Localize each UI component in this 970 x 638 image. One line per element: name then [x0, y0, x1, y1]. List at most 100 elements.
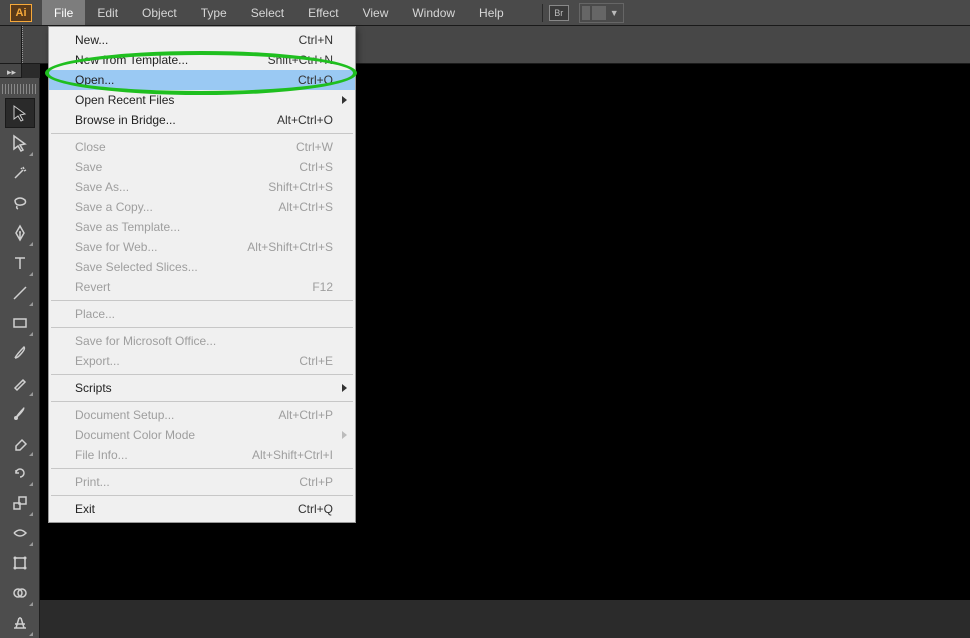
menu-item-shortcut: Alt+Shift+Ctrl+I: [252, 448, 333, 462]
direct-selection-tool[interactable]: [5, 128, 35, 158]
menu-item-new[interactable]: New... Ctrl+N: [49, 30, 355, 50]
menu-separator: [51, 401, 353, 402]
flyout-indicator-icon: [29, 482, 33, 486]
menu-item-shortcut: Alt+Ctrl+O: [277, 113, 333, 127]
menu-edit[interactable]: Edit: [85, 0, 130, 25]
scale-tool[interactable]: [5, 488, 35, 518]
paintbrush-tool[interactable]: [5, 338, 35, 368]
menu-item-print: Print...Ctrl+P: [49, 472, 355, 492]
pen-tool[interactable]: [5, 218, 35, 248]
menu-item-label: Close: [75, 140, 106, 154]
menu-effect[interactable]: Effect: [296, 0, 350, 25]
menu-item-save-for-microsoft-office: Save for Microsoft Office...: [49, 331, 355, 351]
menu-item-label: Document Setup...: [75, 408, 174, 422]
menu-item-shortcut: F12: [312, 280, 333, 294]
menu-view[interactable]: View: [351, 0, 401, 25]
menu-type[interactable]: Type: [189, 0, 239, 25]
menu-item-label: File Info...: [75, 448, 128, 462]
magic-wand-tool[interactable]: [5, 158, 35, 188]
perspective-grid-tool[interactable]: [5, 608, 35, 638]
flyout-indicator-icon: [29, 392, 33, 396]
menu-item-document-setup: Document Setup... Alt+Ctrl+P: [49, 405, 355, 425]
menu-help[interactable]: Help: [467, 0, 516, 25]
toolbox: [0, 78, 40, 638]
menu-item-shortcut: Ctrl+E: [299, 354, 333, 368]
menu-item-place: Place...: [49, 304, 355, 324]
menu-separator: [51, 468, 353, 469]
menu-item-label: Document Color Mode: [75, 428, 195, 442]
menu-window[interactable]: Window: [400, 0, 467, 25]
menu-item-shortcut: Shift+Ctrl+N: [268, 53, 333, 67]
lasso-tool[interactable]: [5, 188, 35, 218]
app-logo: Ai: [8, 3, 34, 23]
menu-object[interactable]: Object: [130, 0, 189, 25]
flyout-indicator-icon: [29, 512, 33, 516]
menu-item-label: New from Template...: [75, 53, 188, 67]
menu-item-shortcut: Alt+Ctrl+S: [278, 200, 333, 214]
menu-item-shortcut: Alt+Shift+Ctrl+S: [247, 240, 333, 254]
menu-item-label: Print...: [75, 475, 110, 489]
menu-file[interactable]: File: [42, 0, 85, 25]
menu-item-label: Open...: [75, 73, 114, 87]
pencil-tool[interactable]: [5, 368, 35, 398]
menubar-divider: [542, 4, 543, 22]
menu-item-shortcut: Ctrl+S: [299, 160, 333, 174]
menu-item-close: Close Ctrl+W: [49, 137, 355, 157]
menu-item-label: Revert: [75, 280, 110, 294]
flyout-indicator-icon: [29, 452, 33, 456]
menu-item-shortcut: Ctrl+W: [296, 140, 333, 154]
menu-item-save-for-web: Save for Web... Alt+Shift+Ctrl+S: [49, 237, 355, 257]
menu-separator: [51, 327, 353, 328]
eraser-tool[interactable]: [5, 428, 35, 458]
menu-item-label: Save: [75, 160, 102, 174]
menu-item-shortcut: Alt+Ctrl+P: [278, 408, 333, 422]
menu-item-scripts[interactable]: Scripts: [49, 378, 355, 398]
menu-item-export: Export... Ctrl+E: [49, 351, 355, 371]
bridge-logo-icon[interactable]: Br: [549, 5, 569, 21]
toolbox-handle[interactable]: [2, 84, 37, 94]
menu-item-open[interactable]: Open...Ctrl+O: [49, 70, 355, 90]
menu-item-label: Export...: [75, 354, 120, 368]
menu-separator: [51, 495, 353, 496]
panel-collapse-handle[interactable]: ▸▸: [0, 64, 22, 78]
chevron-right-icon: [342, 384, 347, 392]
menu-item-label: Place...: [75, 307, 115, 321]
free-transform-tool[interactable]: [5, 548, 35, 578]
blob-brush-tool[interactable]: [5, 398, 35, 428]
menu-item-new-from-template[interactable]: New from Template... Shift+Ctrl+N: [49, 50, 355, 70]
flyout-indicator-icon: [29, 152, 33, 156]
menu-item-open-recent-files[interactable]: Open Recent Files: [49, 90, 355, 110]
type-tool[interactable]: [5, 248, 35, 278]
chevron-right-icon: [342, 96, 347, 104]
menu-item-label: Save as Template...: [75, 220, 180, 234]
rectangle-tool[interactable]: [5, 308, 35, 338]
menu-item-save: Save Ctrl+S: [49, 157, 355, 177]
menu-item-label: Save for Web...: [75, 240, 157, 254]
selection-tool[interactable]: [5, 98, 35, 128]
flyout-indicator-icon: [29, 302, 33, 306]
line-segment-tool[interactable]: [5, 278, 35, 308]
rotate-tool[interactable]: [5, 458, 35, 488]
menu-item-save-a-copy: Save a Copy...Alt+Ctrl+S: [49, 197, 355, 217]
options-bar-handle[interactable]: [22, 26, 30, 63]
menu-item-save-as: Save As... Shift+Ctrl+S: [49, 177, 355, 197]
menu-item-shortcut: Ctrl+Q: [298, 502, 333, 516]
menu-item-shortcut: Shift+Ctrl+S: [268, 180, 333, 194]
menu-item-browse-in-bridge[interactable]: Browse in Bridge...Alt+Ctrl+O: [49, 110, 355, 130]
menu-select[interactable]: Select: [239, 0, 296, 25]
width-tool[interactable]: [5, 518, 35, 548]
menu-item-revert: Revert F12: [49, 277, 355, 297]
menu-separator: [51, 374, 353, 375]
menu-item-exit[interactable]: ExitCtrl+Q: [49, 499, 355, 519]
shape-builder-tool[interactable]: [5, 578, 35, 608]
menubar: Ai FileEditObjectTypeSelectEffectViewWin…: [0, 0, 970, 26]
workspace-layout-switcher[interactable]: ▼: [579, 3, 624, 23]
menu-item-save-selected-slices: Save Selected Slices...: [49, 257, 355, 277]
flyout-indicator-icon: [29, 542, 33, 546]
menu-item-shortcut: Ctrl+N: [299, 33, 333, 47]
menu-item-document-color-mode: Document Color Mode: [49, 425, 355, 445]
flyout-indicator-icon: [29, 632, 33, 636]
options-bar-left-stub: [0, 26, 22, 64]
menu-item-label: New...: [75, 33, 108, 47]
menu-item-label: Save As...: [75, 180, 129, 194]
